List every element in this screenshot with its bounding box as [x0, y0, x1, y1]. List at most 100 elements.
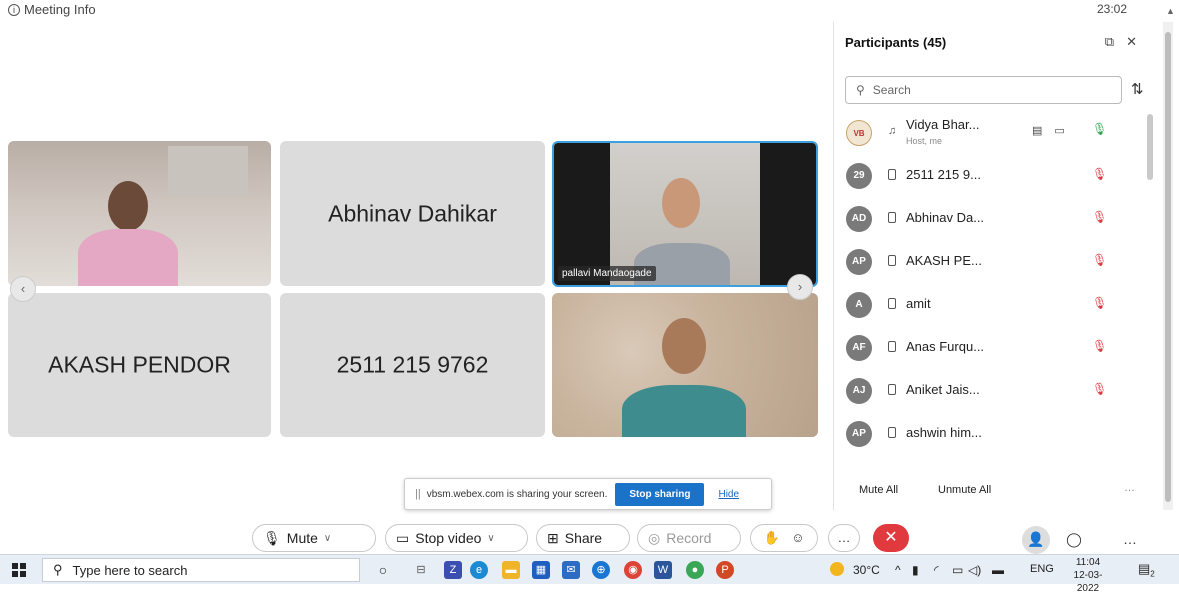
previous-page-arrow-icon[interactable]: ‹ [10, 276, 36, 302]
popout-icon[interactable]: ⧉ [1105, 34, 1114, 50]
webex-icon[interactable]: ⊕ [592, 561, 610, 579]
tray-app-icon[interactable]: ▮ [912, 563, 919, 577]
battery-icon[interactable]: ▬ [992, 563, 1004, 577]
hide-banner-link[interactable]: Hide [718, 489, 739, 500]
video-tile-1[interactable] [8, 141, 271, 286]
chevron-down-icon[interactable]: ∨ [324, 533, 331, 544]
chevron-down-icon[interactable]: ∨ [487, 533, 494, 544]
search-icon: ⚲ [856, 83, 865, 97]
panel-footer: Mute All Unmute All … [834, 474, 1158, 510]
microphone-icon: 🎙 [263, 529, 281, 546]
microphone-on-icon[interactable]: 🎙 [1092, 122, 1107, 136]
list-item[interactable]: VB ♫ Vidya Bhar... Host, me ▤ ▭ 🎙 [834, 112, 1144, 154]
participants-panel: Participants (45) ⧉ ✕ ⚲ Search ⇅ VB ♫ Vi… [833, 22, 1157, 510]
caption-icon: ▤ [1032, 125, 1043, 137]
record-button[interactable]: ◎ Record [637, 524, 741, 552]
powerpoint-icon[interactable]: P [716, 561, 734, 579]
chrome-icon[interactable]: ◉ [624, 561, 642, 579]
participant-name: AKASH PE... [906, 253, 982, 268]
list-item[interactable]: AP ashwin him... [834, 413, 1144, 455]
emoji-icon[interactable]: ☺ [791, 530, 804, 545]
word-icon[interactable]: W [654, 561, 672, 579]
participants-panel-toggle[interactable]: 👤 [1022, 526, 1050, 554]
microphone-muted-icon[interactable]: 🎙 [1092, 382, 1107, 396]
stop-video-button[interactable]: ▭ Stop video ∨ [385, 524, 528, 552]
list-item[interactable]: AJ Aniket Jais... 🎙 [834, 370, 1144, 412]
taskbar-search-placeholder: Type here to search [72, 562, 188, 578]
participant-tile-abhinav[interactable]: Abhinav Dahikar [280, 141, 545, 286]
headset-icon: ♫ [888, 125, 897, 137]
taskbar-clock[interactable]: 11:04 12-03-2022 [1064, 556, 1112, 595]
notifications-icon[interactable]: ▤2 [1138, 561, 1155, 579]
file-explorer-icon[interactable]: ▬ [502, 561, 520, 579]
more-panels-icon[interactable]: … [1116, 526, 1144, 554]
participant-name: ashwin him... [906, 425, 982, 440]
scrollbar-thumb[interactable] [1165, 32, 1171, 502]
panel-header-icons: ⧉ ✕ [1105, 34, 1137, 50]
mail-icon[interactable]: ✉ [562, 561, 580, 579]
microphone-muted-icon[interactable]: 🎙 [1092, 210, 1107, 224]
avatar: AP [846, 421, 872, 447]
weather-sun-icon[interactable] [830, 562, 844, 576]
display-icon[interactable]: ▭ [952, 563, 963, 577]
participant-tile-name: AKASH PENDOR [48, 351, 231, 378]
more-options-icon[interactable]: … [1124, 482, 1135, 494]
microphone-muted-icon[interactable]: 🎙 [1092, 296, 1107, 310]
avatar: 29 [846, 163, 872, 189]
raise-hand-icon[interactable]: ✋ [763, 530, 779, 545]
camera-icon: ▭ [396, 529, 410, 546]
taskbar-date: 12-03-2022 [1073, 570, 1103, 594]
app-badge-icon[interactable]: ● [686, 561, 704, 579]
stop-sharing-button[interactable]: Stop sharing [615, 482, 705, 506]
microphone-muted-icon[interactable]: 🎙 [1092, 339, 1107, 353]
participant-head [662, 178, 700, 228]
reactions-group[interactable]: ✋ ☺ [750, 524, 818, 552]
meeting-info-button[interactable]: i Meeting Info [8, 2, 96, 17]
windows-start-icon[interactable] [12, 563, 26, 577]
screen-share-banner: || vbsm.webex.com is sharing your screen… [404, 478, 772, 510]
list-item[interactable]: AD Abhinav Da... 🎙 [834, 198, 1144, 240]
share-button[interactable]: ⊞ Share [536, 524, 630, 552]
task-view-icon[interactable]: ⊟ [412, 561, 430, 579]
end-meeting-button[interactable]: ✕ [873, 524, 909, 552]
store-icon[interactable]: ▦ [532, 561, 550, 579]
cortana-icon[interactable]: ○ [374, 561, 392, 579]
list-item[interactable]: AF Anas Furqu... 🎙 [834, 327, 1144, 369]
next-page-arrow-icon[interactable]: › [787, 274, 813, 300]
taskbar-time: 11:04 [1075, 557, 1101, 568]
network-icon[interactable]: ◜ [934, 563, 939, 577]
close-icon[interactable]: ✕ [1126, 34, 1137, 50]
search-placeholder: Search [872, 83, 911, 97]
microphone-muted-icon[interactable]: 🎙 [1092, 253, 1107, 267]
show-hidden-icons-icon[interactable]: ^ [895, 563, 901, 577]
scroll-up-arrow-icon[interactable]: ▲ [1166, 6, 1175, 16]
participant-search-input[interactable]: ⚲ Search [845, 76, 1122, 104]
mute-all-button[interactable]: Mute All [859, 484, 898, 496]
more-options-button[interactable]: … [828, 524, 860, 552]
unmute-all-button[interactable]: Unmute All [938, 484, 991, 496]
app-icon[interactable]: Z [444, 561, 462, 579]
weather-temp[interactable]: 30°C [853, 563, 880, 577]
edge-icon[interactable]: e [470, 561, 488, 579]
list-item[interactable]: 29 2511 215 9... 🎙 [834, 155, 1144, 197]
sort-icon[interactable]: ⇅ [1131, 80, 1144, 98]
video-tile-pallavi[interactable]: pallavi Mandaogade [552, 141, 818, 287]
participant-tile-akash[interactable]: AKASH PENDOR [8, 293, 271, 437]
language-indicator[interactable]: ENG [1030, 563, 1054, 575]
stop-video-label: Stop video [415, 530, 482, 546]
avatar: AD [846, 206, 872, 232]
participant-head [662, 318, 706, 374]
list-item[interactable]: AP AKASH PE... 🎙 [834, 241, 1144, 283]
notification-count: 2 [1150, 569, 1155, 579]
list-item[interactable]: A amit 🎙 [834, 284, 1144, 326]
taskbar-search-input[interactable]: ⚲ Type here to search [42, 558, 360, 582]
window-scrollbar[interactable] [1163, 22, 1173, 510]
volume-icon[interactable]: ◁) [968, 563, 981, 577]
video-tile-6[interactable] [552, 293, 818, 437]
meeting-clock: 23:02 [1097, 2, 1128, 16]
microphone-muted-icon[interactable]: 🎙 [1092, 167, 1107, 181]
panel-scrollbar[interactable] [1147, 114, 1153, 180]
participant-tile-phone[interactable]: 2511 215 9762 [280, 293, 545, 437]
chat-icon[interactable]: ◯ [1060, 526, 1088, 554]
mute-button[interactable]: 🎙 Mute ∨ [252, 524, 376, 552]
